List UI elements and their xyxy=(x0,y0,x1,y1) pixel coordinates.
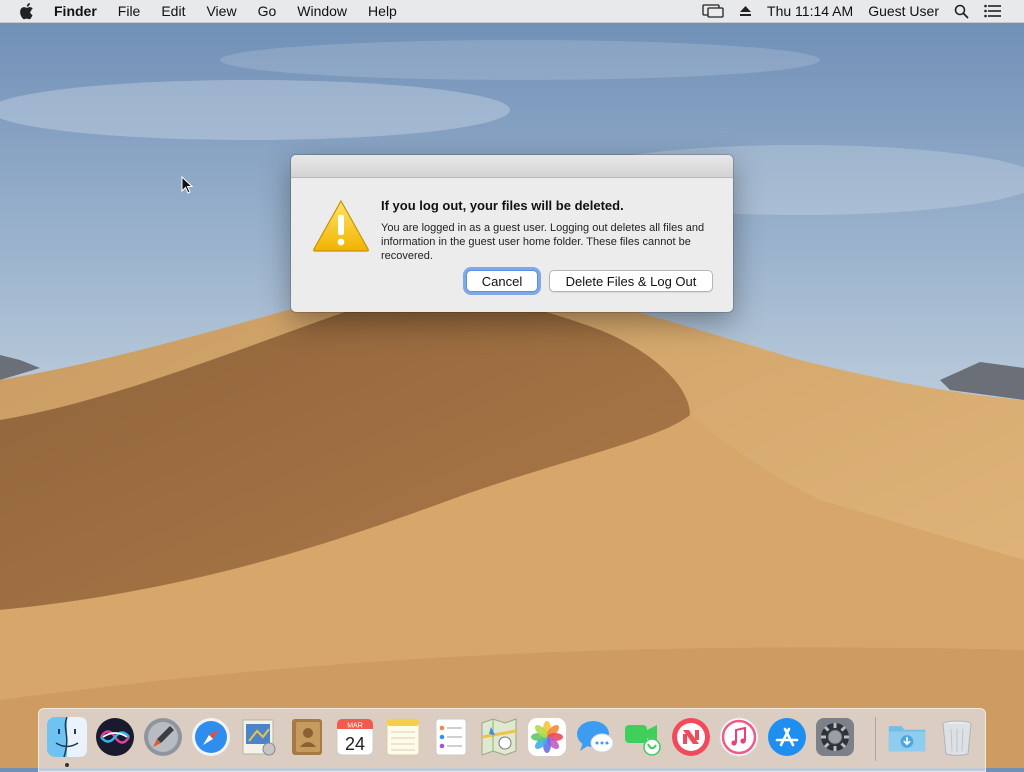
system-preferences-icon[interactable] xyxy=(815,717,855,757)
reminders-icon[interactable] xyxy=(431,717,471,757)
notification-center-icon[interactable] xyxy=(984,0,1002,22)
menubar-user[interactable]: Guest User xyxy=(868,0,939,22)
menu-bar: Finder File Edit View Go Window Help Thu… xyxy=(0,0,1024,23)
airplay-icon[interactable] xyxy=(702,0,724,22)
facetime-icon[interactable] xyxy=(623,717,663,757)
menu-app-finder[interactable]: Finder xyxy=(54,0,97,22)
alert-titlebar[interactable] xyxy=(291,155,733,178)
logout-alert-dialog: If you log out, your files will be delet… xyxy=(291,155,733,312)
alert-message: You are logged in as a guest user. Loggi… xyxy=(381,222,705,262)
mail-icon[interactable] xyxy=(239,717,279,757)
calendar-day: 24 xyxy=(345,734,365,754)
menu-view[interactable]: View xyxy=(206,0,236,22)
maps-icon[interactable] xyxy=(479,717,519,757)
dock: MAR 24 xyxy=(38,708,986,772)
delete-files-log-out-button[interactable]: Delete Files & Log Out xyxy=(549,270,713,292)
menu-edit[interactable]: Edit xyxy=(161,0,185,22)
siri-icon[interactable] xyxy=(95,717,135,757)
menubar-clock[interactable]: Thu 11:14 AM xyxy=(767,0,853,22)
apple-menu-icon[interactable] xyxy=(18,2,34,20)
trash-icon[interactable] xyxy=(937,717,977,757)
photos-icon[interactable] xyxy=(527,717,567,757)
news-icon[interactable] xyxy=(671,717,711,757)
warning-icon xyxy=(311,198,371,254)
menu-go[interactable]: Go xyxy=(258,0,277,22)
menu-file[interactable]: File xyxy=(118,0,141,22)
app-store-icon[interactable] xyxy=(767,717,807,757)
contacts-icon[interactable] xyxy=(287,717,327,757)
finder-running-indicator xyxy=(65,763,69,767)
desktop-wallpaper xyxy=(0,0,1024,768)
notes-icon[interactable] xyxy=(383,717,423,757)
dock-separator xyxy=(875,717,876,761)
calendar-icon[interactable]: MAR 24 xyxy=(335,717,375,757)
alert-title: If you log out, your files will be delet… xyxy=(381,198,624,213)
menu-help[interactable]: Help xyxy=(368,0,397,22)
launchpad-icon[interactable] xyxy=(143,717,183,757)
menu-window[interactable]: Window xyxy=(297,0,347,22)
finder-icon[interactable] xyxy=(47,717,87,757)
downloads-folder-icon[interactable] xyxy=(887,717,927,757)
eject-icon[interactable] xyxy=(739,0,752,22)
calendar-month: MAR xyxy=(347,723,363,730)
spotlight-search-icon[interactable] xyxy=(954,0,969,22)
safari-icon[interactable] xyxy=(191,717,231,757)
messages-icon[interactable] xyxy=(575,717,615,757)
itunes-icon[interactable] xyxy=(719,717,759,757)
mouse-pointer-icon xyxy=(181,175,194,194)
cancel-button[interactable]: Cancel xyxy=(466,270,538,292)
